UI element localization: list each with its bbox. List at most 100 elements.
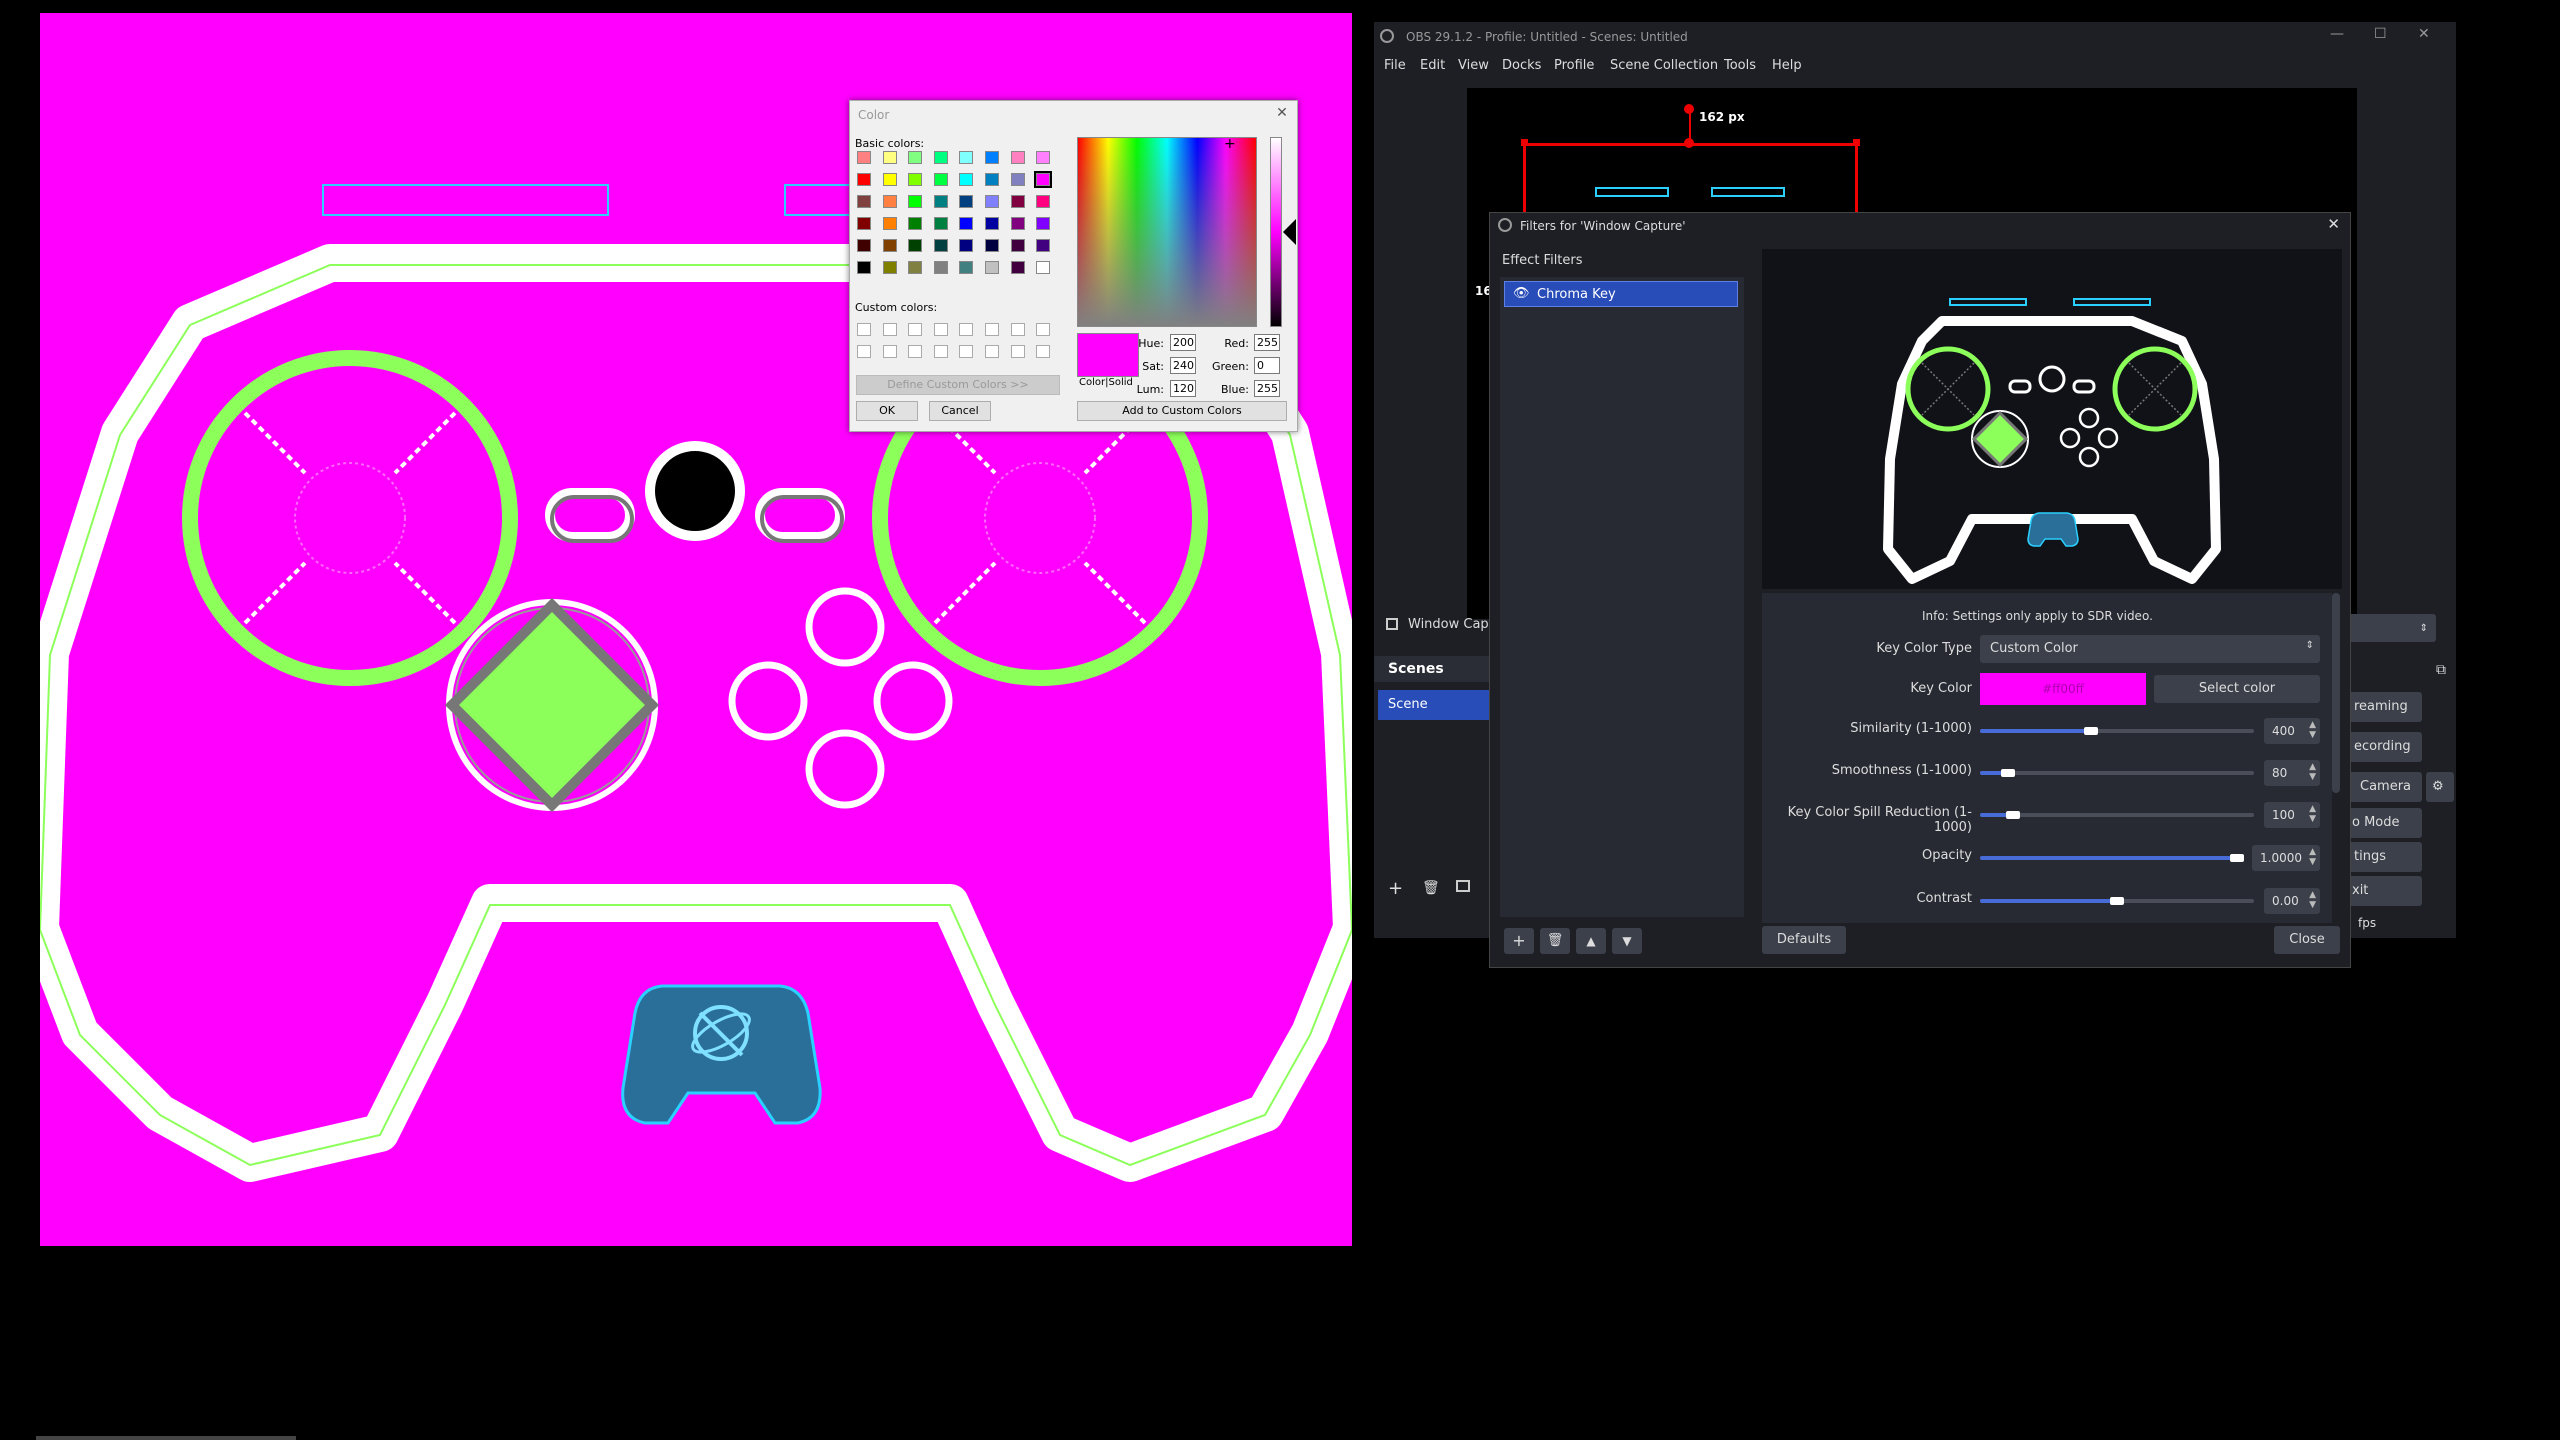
sat-field[interactable]: 240 <box>1170 357 1196 374</box>
color-swatch[interactable] <box>959 239 974 252</box>
close-window-icon[interactable]: ✕ <box>2418 26 2430 42</box>
opacity-thumb[interactable] <box>2230 854 2244 862</box>
spin-arrows-icon[interactable]: ▲ ▼ <box>2309 804 2316 824</box>
color-swatch[interactable] <box>933 195 948 208</box>
custom-color-swatch[interactable] <box>857 345 871 358</box>
close-icon[interactable]: ✕ <box>2327 215 2340 233</box>
custom-color-swatch[interactable] <box>933 323 948 336</box>
custom-color-swatch[interactable] <box>933 345 948 358</box>
start-streaming-button[interactable]: reaming <box>2346 692 2422 722</box>
corner-handle[interactable] <box>1853 139 1860 146</box>
key-color-type-select[interactable]: Custom Color ⇕ <box>1980 635 2320 663</box>
close-icon[interactable]: ✕ <box>1273 104 1291 122</box>
cancel-button[interactable]: Cancel <box>929 401 991 421</box>
close-button[interactable]: Close <box>2274 926 2340 954</box>
color-swatch[interactable] <box>857 195 871 208</box>
color-swatch[interactable] <box>933 239 948 252</box>
custom-color-swatch[interactable] <box>959 345 974 358</box>
color-swatch[interactable] <box>985 195 999 208</box>
color-swatch[interactable] <box>908 195 923 208</box>
custom-color-swatch[interactable] <box>857 323 871 336</box>
color-swatch[interactable] <box>908 239 923 252</box>
color-swatch[interactable] <box>959 195 974 208</box>
color-swatch[interactable] <box>1036 239 1051 252</box>
color-swatch[interactable] <box>933 217 948 230</box>
blue-field[interactable]: 255 <box>1254 380 1280 397</box>
virtual-camera-settings-button[interactable]: ⚙ <box>2426 772 2454 802</box>
contrast-spinbox[interactable]: 0.00 ▲ ▼ <box>2264 888 2320 914</box>
color-swatch[interactable] <box>1036 217 1051 230</box>
color-swatch[interactable] <box>882 217 897 230</box>
opacity-spinbox[interactable]: 1.0000 ▲ ▼ <box>2252 845 2320 871</box>
start-recording-button[interactable]: ecording <box>2346 732 2422 762</box>
select-color-button[interactable]: Select color <box>2154 675 2320 703</box>
color-swatch[interactable] <box>1036 261 1051 274</box>
color-swatch[interactable] <box>908 151 923 164</box>
menu-docks[interactable]: Docks <box>1502 58 1541 73</box>
menu-profile[interactable]: Profile <box>1554 58 1594 73</box>
smoothness-slider[interactable] <box>1980 771 2254 775</box>
menu-view[interactable]: View <box>1458 58 1489 73</box>
remove-scene-icon[interactable]: 🗑 <box>1422 880 1440 896</box>
corner-handle[interactable] <box>1521 139 1528 146</box>
luminance-arrow-icon[interactable] <box>1283 219 1296 245</box>
custom-color-swatch[interactable] <box>1036 345 1051 358</box>
color-swatch[interactable] <box>908 173 923 186</box>
color-swatch[interactable] <box>857 217 871 230</box>
custom-color-swatch[interactable] <box>1010 323 1025 336</box>
source-properties-bar[interactable]: ⇕ <box>2346 614 2436 642</box>
filter-item-chroma-key[interactable]: 👁 Chroma Key <box>1504 281 1738 307</box>
custom-color-swatch[interactable] <box>882 323 897 336</box>
custom-color-swatch[interactable] <box>1010 345 1025 358</box>
green-field[interactable]: 0 <box>1254 357 1280 374</box>
spill-thumb[interactable] <box>2006 811 2020 819</box>
color-swatch[interactable] <box>1010 217 1025 230</box>
color-swatch[interactable] <box>985 239 999 252</box>
color-swatch[interactable] <box>908 261 923 274</box>
properties-scrollbar[interactable] <box>2332 593 2340 793</box>
menu-edit[interactable]: Edit <box>1420 58 1445 73</box>
color-swatch[interactable] <box>959 151 974 164</box>
color-swatch[interactable] <box>882 195 897 208</box>
luminance-slider[interactable] <box>1270 137 1282 327</box>
minimize-icon[interactable]: — <box>2330 26 2344 42</box>
exit-button[interactable]: xit <box>2346 876 2422 906</box>
color-swatch[interactable] <box>857 173 871 186</box>
scene-item[interactable]: Scene <box>1378 690 1492 720</box>
spin-arrows-icon[interactable]: ▲ ▼ <box>2309 890 2316 910</box>
virtual-camera-button[interactable]: Camera <box>2346 772 2422 802</box>
eye-icon[interactable]: 👁 <box>1513 286 1530 301</box>
color-swatch[interactable] <box>857 239 871 252</box>
color-swatch[interactable] <box>882 239 897 252</box>
menu-tools[interactable]: Tools <box>1724 58 1756 73</box>
handle-dot[interactable] <box>1684 104 1694 114</box>
color-swatch[interactable] <box>1034 171 1053 188</box>
lum-field[interactable]: 120 <box>1170 380 1196 397</box>
color-swatch[interactable] <box>1010 173 1025 186</box>
scene-filters-icon[interactable] <box>1456 880 1470 892</box>
color-swatch[interactable] <box>959 173 974 186</box>
defaults-button[interactable]: Defaults <box>1762 926 1846 954</box>
color-swatch[interactable] <box>882 173 897 186</box>
color-swatch[interactable] <box>985 261 999 274</box>
color-swatch[interactable] <box>1010 261 1025 274</box>
color-swatch[interactable] <box>882 151 897 164</box>
color-swatch[interactable] <box>985 151 999 164</box>
custom-color-swatch[interactable] <box>882 345 897 358</box>
spin-arrows-icon[interactable]: ▲ ▼ <box>2309 762 2316 782</box>
color-swatch[interactable] <box>857 261 871 274</box>
color-swatch[interactable] <box>959 261 974 274</box>
menu-help[interactable]: Help <box>1772 58 1802 73</box>
color-swatch[interactable] <box>1010 151 1025 164</box>
red-field[interactable]: 255 <box>1254 334 1280 351</box>
color-swatch[interactable] <box>1010 195 1025 208</box>
handle-dot[interactable] <box>1684 138 1694 148</box>
color-swatch[interactable] <box>882 261 897 274</box>
add-to-custom-colors-button[interactable]: Add to Custom Colors <box>1077 401 1287 421</box>
spin-arrows-icon[interactable]: ▲ ▼ <box>2309 720 2316 740</box>
contrast-thumb[interactable] <box>2110 897 2124 905</box>
custom-color-swatch[interactable] <box>1036 323 1051 336</box>
similarity-thumb[interactable] <box>2084 727 2098 735</box>
smoothness-spinbox[interactable]: 80 ▲ ▼ <box>2264 760 2320 786</box>
remove-filter-button[interactable]: 🗑 <box>1540 928 1570 954</box>
